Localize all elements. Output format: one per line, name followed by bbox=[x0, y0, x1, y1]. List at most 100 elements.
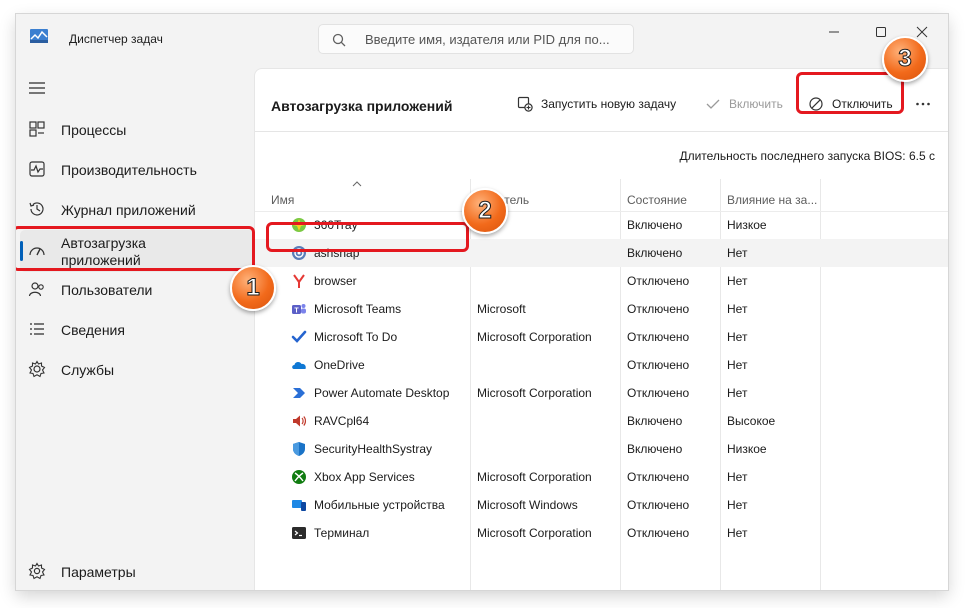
close-icon bbox=[916, 26, 928, 38]
run-new-task-label: Запустить новую задачу bbox=[541, 97, 677, 111]
more-options-button[interactable] bbox=[915, 87, 931, 121]
yandex-browser-icon bbox=[293, 274, 305, 288]
cell-publisher: Microsoft Windows bbox=[477, 498, 578, 512]
cell-name: Microsoft To Do bbox=[314, 330, 398, 344]
search-input[interactable]: Введите имя, издателя или PID для по... bbox=[365, 32, 610, 47]
services-icon bbox=[28, 360, 46, 378]
cell-status: Отключено bbox=[627, 274, 690, 288]
cell-impact: Низкое bbox=[727, 442, 767, 456]
users-icon bbox=[28, 282, 44, 297]
table-row[interactable]: Microsoft To Do Microsoft Corporation Откл… bbox=[255, 323, 948, 351]
cell-name: Терминал bbox=[314, 526, 370, 540]
column-header-status[interactable]: Состояние bbox=[627, 193, 687, 207]
performance-icon bbox=[29, 161, 45, 177]
cell-impact: Нет bbox=[727, 498, 748, 512]
cell-name: browser bbox=[314, 274, 357, 288]
table-row[interactable]: Power Automate Desktop Microsoft Corporat… bbox=[255, 379, 948, 407]
table-row[interactable]: T Microsoft Teams Microsoft Отключено Нет bbox=[255, 295, 948, 323]
cell-status: Отключено bbox=[627, 470, 690, 484]
title-bar: Диспетчер задач Введите имя, издателя ил… bbox=[16, 14, 948, 64]
hamburger-menu-icon[interactable] bbox=[28, 80, 46, 96]
settings-gear-icon bbox=[28, 562, 46, 580]
step-badge-1: 1 bbox=[230, 265, 276, 311]
enable-label: Включить bbox=[729, 97, 783, 111]
cell-impact: Нет bbox=[727, 470, 748, 484]
cell-status: Отключено bbox=[627, 526, 690, 540]
processes-icon bbox=[29, 121, 45, 137]
sidebar-item-settings[interactable]: Параметры bbox=[16, 552, 252, 590]
sidebar-item-label: Службы bbox=[61, 362, 115, 378]
cell-name: Xbox App Services bbox=[314, 470, 415, 484]
cell-impact: Нет bbox=[727, 386, 748, 400]
cell-status: Отключено bbox=[627, 498, 690, 512]
enable-button[interactable]: Включить bbox=[705, 87, 783, 121]
cell-publisher: Microsoft bbox=[477, 302, 526, 316]
cell-publisher: Microsoft Corporation bbox=[477, 526, 592, 540]
cell-status: Включено bbox=[627, 218, 683, 232]
sidebar-item-processes[interactable]: Процессы bbox=[16, 110, 252, 150]
cell-publisher: Microsoft Corporation bbox=[477, 386, 592, 400]
step-badge-3: 3 bbox=[882, 36, 928, 82]
table-row[interactable]: browser Отключено Нет bbox=[255, 267, 948, 295]
xbox-icon bbox=[292, 470, 306, 484]
cell-impact: Нет bbox=[727, 274, 748, 288]
minimize-icon bbox=[829, 31, 839, 33]
table-row[interactable]: SecurityHealthSystray Включено Низкое bbox=[255, 435, 948, 463]
column-header-name[interactable]: Имя bbox=[271, 193, 294, 207]
main-panel: Автозагрузка приложений Запустить новую … bbox=[254, 68, 948, 590]
highlight-disable-button bbox=[796, 72, 904, 114]
window-title: Диспетчер задач bbox=[69, 32, 163, 46]
sidebar-item-performance[interactable]: Производительность bbox=[16, 150, 252, 190]
sidebar-item-services[interactable]: Службы bbox=[16, 350, 252, 390]
cell-name: Microsoft Teams bbox=[314, 302, 402, 316]
power-automate-icon bbox=[293, 388, 305, 398]
bios-duration-text: Длительность последнего запуска BIOS: 6.… bbox=[679, 149, 935, 163]
cell-status: Включено bbox=[627, 246, 683, 260]
cell-impact: Высокое bbox=[727, 414, 776, 428]
sidebar-item-app-history[interactable]: Журнал приложений bbox=[16, 190, 252, 230]
cell-status: Отключено bbox=[627, 330, 690, 344]
terminal-icon bbox=[292, 527, 306, 539]
cell-name: SecurityHealthSystray bbox=[314, 442, 433, 456]
maximize-icon bbox=[876, 27, 886, 37]
page-title: Автозагрузка приложений bbox=[271, 98, 453, 114]
sidebar-item-label: Производительность bbox=[61, 162, 197, 178]
cell-publisher: Microsoft Corporation bbox=[477, 330, 592, 344]
sidebar-item-label: Пользователи bbox=[61, 282, 153, 298]
svg-text:T: T bbox=[294, 307, 299, 314]
minimize-button[interactable] bbox=[814, 18, 854, 46]
speaker-icon bbox=[293, 415, 307, 427]
cell-publisher: Microsoft Corporation bbox=[477, 470, 592, 484]
teams-icon: T bbox=[292, 304, 306, 314]
todo-icon bbox=[291, 330, 307, 343]
new-task-icon bbox=[517, 96, 533, 112]
highlight-ashsnap-row bbox=[266, 222, 469, 252]
sidebar-item-label: Параметры bbox=[61, 564, 136, 580]
cell-name: RAVCpl64 bbox=[314, 414, 370, 428]
cell-impact: Нет bbox=[727, 246, 748, 260]
cell-impact: Нет bbox=[727, 302, 748, 316]
table-row[interactable]: Xbox App Services Microsoft Corporation От… bbox=[255, 463, 948, 491]
search-box[interactable]: Введите имя, издателя или PID для по... bbox=[318, 24, 634, 54]
cell-status: Отключено bbox=[627, 302, 690, 316]
run-new-task-button[interactable]: Запустить новую задачу bbox=[517, 87, 676, 121]
step-badge-2: 2 bbox=[462, 188, 508, 234]
cell-status: Включено bbox=[627, 414, 683, 428]
sidebar-item-users[interactable]: Пользователи bbox=[16, 270, 252, 310]
task-manager-app-icon bbox=[30, 29, 48, 43]
cell-name: OneDrive bbox=[314, 358, 365, 372]
table-row[interactable]: Терминал Microsoft Corporation Отключено Не… bbox=[255, 519, 948, 547]
cell-name: Power Automate Desktop bbox=[314, 386, 450, 400]
column-header-impact[interactable]: Влияние на за... bbox=[727, 193, 817, 207]
table-row[interactable]: OneDrive Отключено Нет bbox=[255, 351, 948, 379]
cell-status: Включено bbox=[627, 442, 683, 456]
cell-impact: Нет bbox=[727, 330, 748, 344]
sidebar-item-label: Сведения bbox=[61, 322, 125, 338]
app-history-icon bbox=[29, 202, 44, 216]
table-row[interactable]: RAVCpl64 Включено Высокое bbox=[255, 407, 948, 435]
table-row[interactable]: Мобильные устройства Microsoft Windows Отк… bbox=[255, 491, 948, 519]
sidebar-item-details[interactable]: Сведения bbox=[16, 310, 252, 350]
sidebar-item-label: Процессы bbox=[61, 122, 127, 138]
more-dots-icon bbox=[916, 102, 930, 106]
cell-impact: Низкое bbox=[727, 218, 767, 232]
